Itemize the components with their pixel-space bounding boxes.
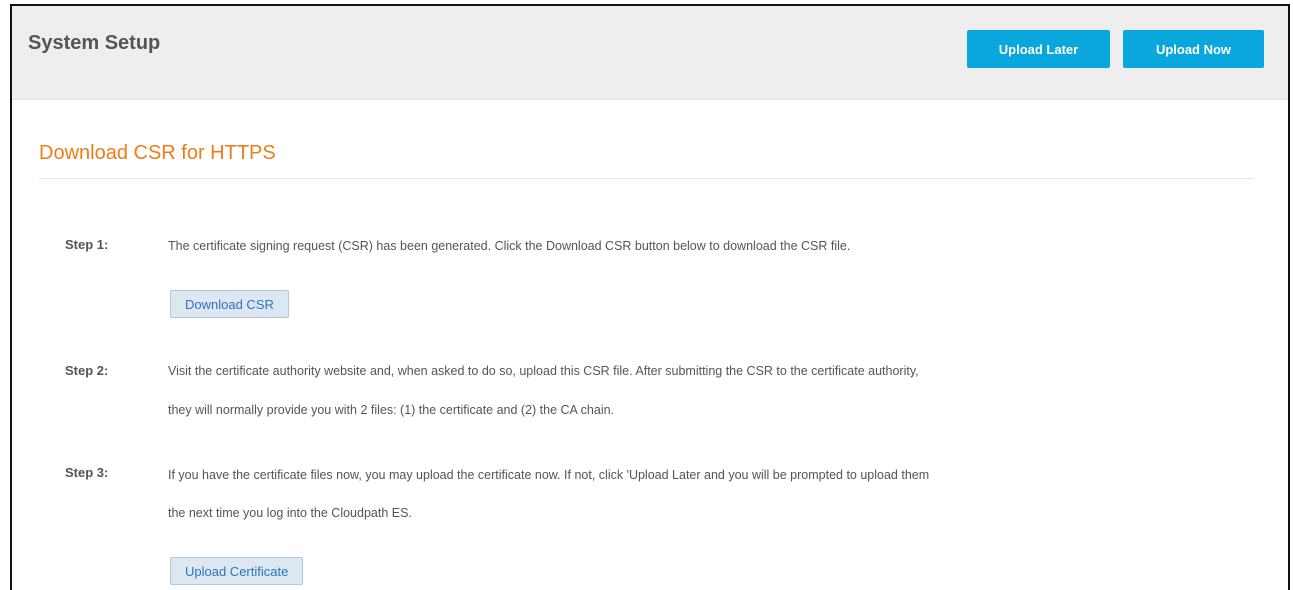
upload-now-button[interactable]: Upload Now — [1123, 30, 1264, 68]
step-3-text-line-2: the next time you log into the Cloudpath… — [168, 506, 412, 520]
upload-certificate-button[interactable]: Upload Certificate — [170, 557, 304, 585]
system-setup-window: System Setup Upload Later Upload Now Dow… — [10, 4, 1290, 590]
download-csr-button[interactable]: Download CSR — [170, 290, 289, 318]
section-divider — [39, 178, 1253, 179]
step-2-text-line-1: Visit the certificate authority website … — [168, 364, 919, 378]
page-title: System Setup — [28, 32, 161, 54]
step-2-label: Step 2: — [65, 363, 109, 378]
header-bar: System Setup Upload Later Upload Now — [12, 6, 1288, 100]
step-2-text-line-2: they will normally provide you with 2 fi… — [168, 403, 615, 417]
upload-later-button[interactable]: Upload Later — [967, 30, 1110, 68]
step-1-label: Step 1: — [65, 237, 109, 252]
step-3-label: Step 3: — [65, 465, 109, 480]
step-1-text: The certificate signing request (CSR) ha… — [168, 239, 851, 253]
section-title: Download CSR for HTTPS — [39, 142, 276, 164]
step-3-text-line-1: If you have the certificate files now, y… — [168, 468, 930, 482]
